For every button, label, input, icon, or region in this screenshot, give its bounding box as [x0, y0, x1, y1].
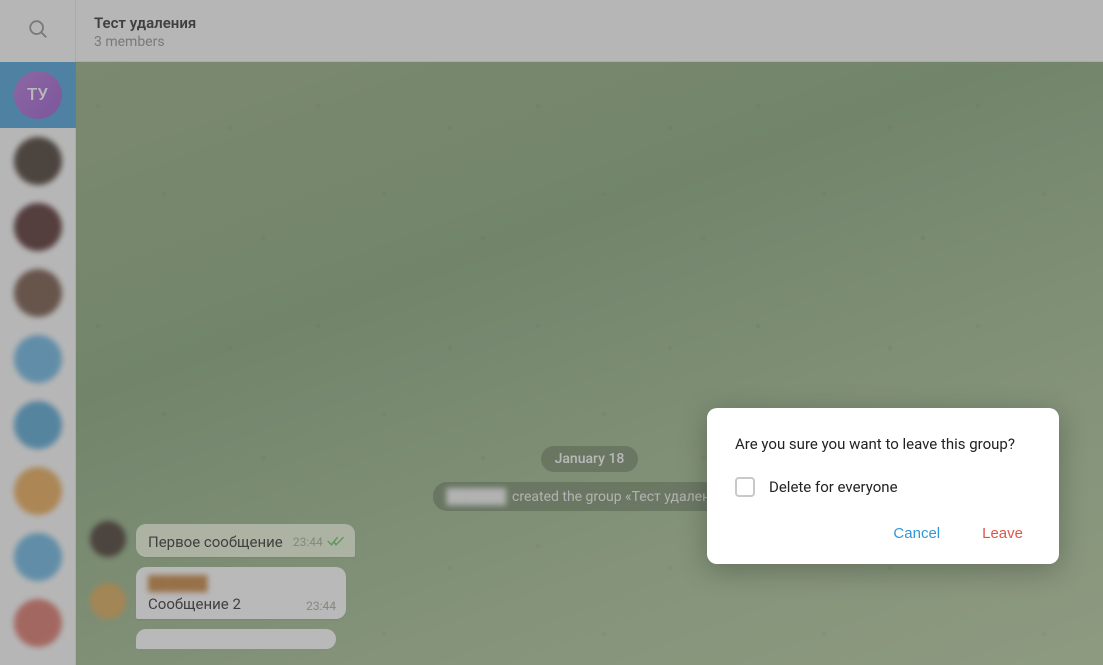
dialog-checkbox-row[interactable]: Delete for everyone	[735, 477, 1031, 497]
leave-group-dialog: Are you sure you want to leave this grou…	[707, 408, 1059, 564]
app-root: ТУ Тест удаления 3 members January 18 ██…	[0, 0, 1103, 665]
modal-overlay[interactable]	[0, 0, 1103, 665]
dialog-message: Are you sure you want to leave this grou…	[735, 434, 1031, 455]
delete-for-everyone-checkbox[interactable]	[735, 477, 755, 497]
delete-for-everyone-label: Delete for everyone	[769, 478, 898, 496]
leave-button[interactable]: Leave	[976, 521, 1029, 546]
dialog-actions: Cancel Leave	[735, 521, 1031, 546]
cancel-button[interactable]: Cancel	[887, 521, 946, 546]
